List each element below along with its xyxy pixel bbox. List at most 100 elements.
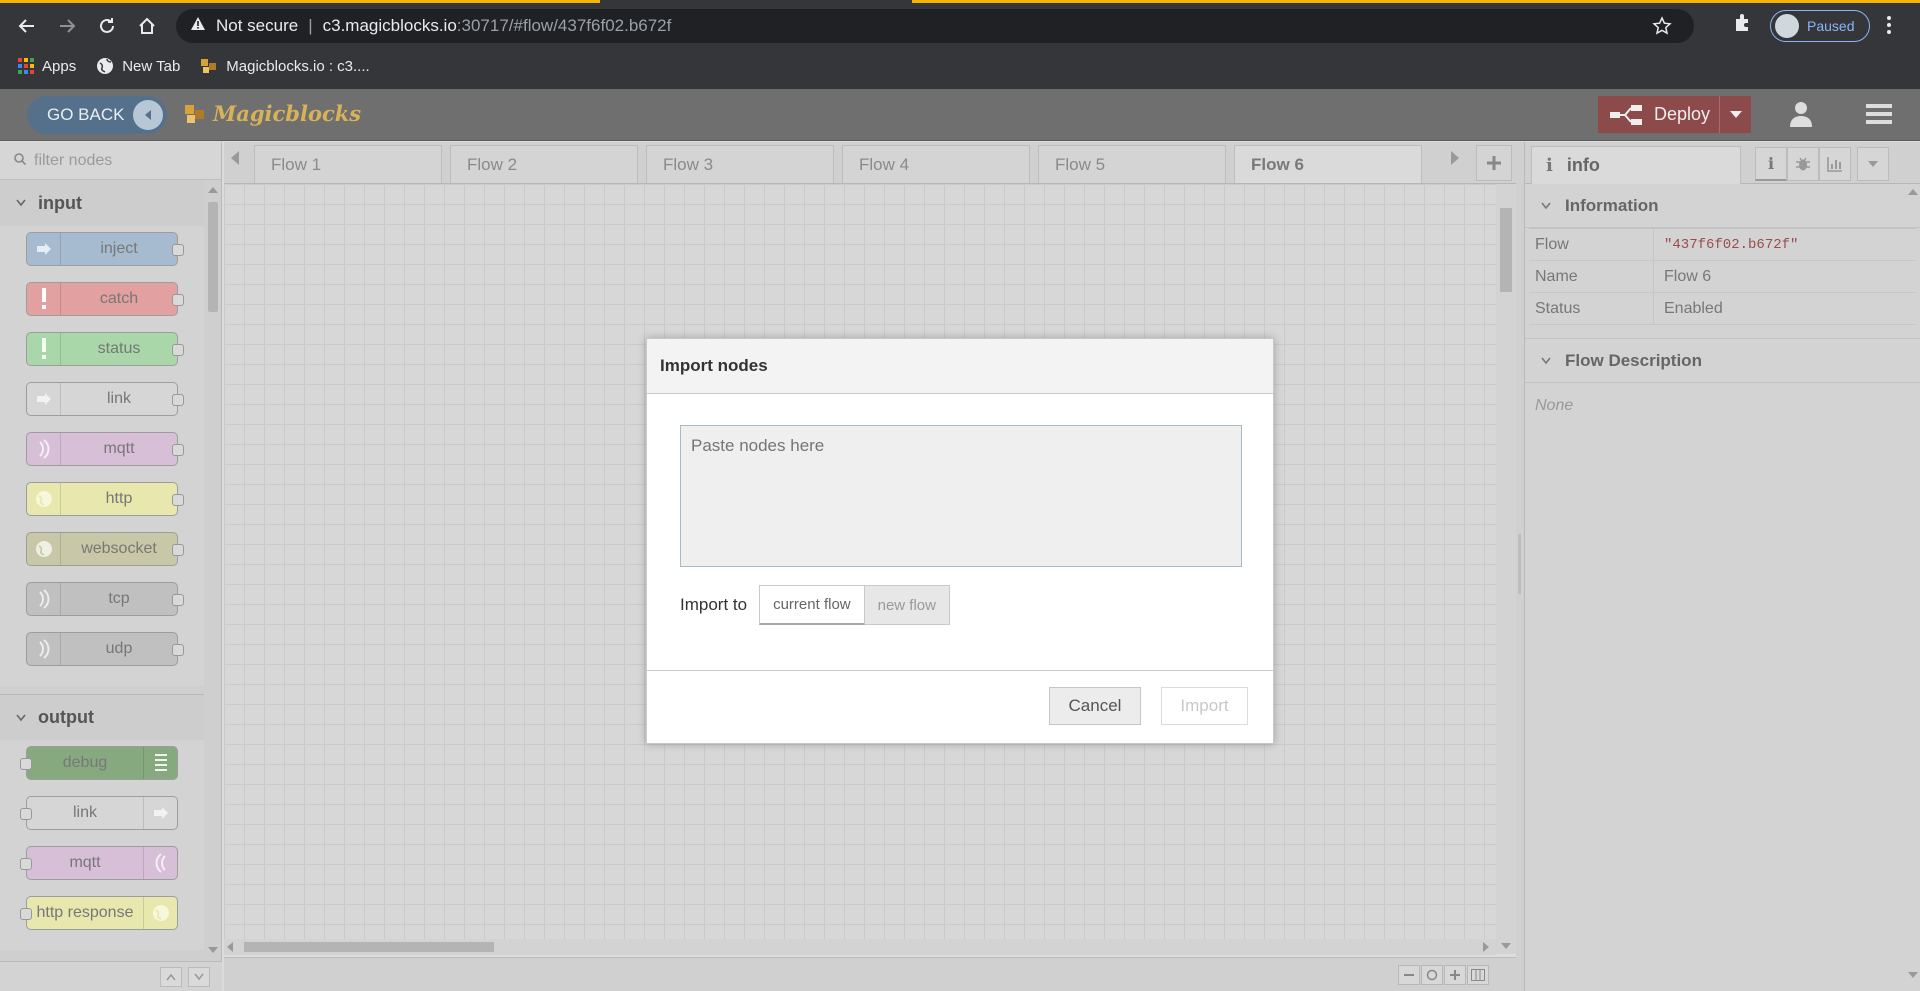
palette-node-tcp-in[interactable]: tcp xyxy=(26,582,184,616)
palette-scrollbar[interactable] xyxy=(206,184,220,954)
home-icon[interactable] xyxy=(133,12,161,40)
current-flow-option[interactable]: current flow xyxy=(759,585,865,625)
back-icon[interactable] xyxy=(13,12,41,40)
scrollbar-thumb[interactable] xyxy=(208,202,218,312)
tab-scroll-right-icon[interactable] xyxy=(1450,150,1460,171)
input-port[interactable] xyxy=(20,858,32,870)
reload-icon[interactable] xyxy=(93,12,121,40)
tab-flow-5[interactable]: Flow 5 xyxy=(1038,145,1226,183)
node-label: mqtt xyxy=(103,440,135,457)
input-port[interactable] xyxy=(20,808,32,820)
output-nodes: debug link mqtt http response xyxy=(0,740,204,950)
forward-icon[interactable] xyxy=(53,12,81,40)
apps-grid-icon xyxy=(18,58,34,74)
deploy-button[interactable]: Deploy xyxy=(1598,96,1751,133)
category-output[interactable]: output xyxy=(0,694,204,740)
scroll-right-icon[interactable] xyxy=(1482,942,1490,952)
go-back-button[interactable]: GO BACK xyxy=(27,96,167,134)
palette-node-debug[interactable]: debug xyxy=(20,746,178,780)
zoom-out-icon[interactable] xyxy=(1398,965,1420,985)
sidebar-debug-button[interactable] xyxy=(1787,147,1819,181)
input-port[interactable] xyxy=(20,758,32,770)
sidebar-more-button[interactable] xyxy=(1857,147,1889,181)
profile-button[interactable]: Paused xyxy=(1770,10,1870,42)
palette-node-catch[interactable]: catch xyxy=(26,282,184,316)
palette-node-websocket-in[interactable]: websocket xyxy=(26,532,184,566)
category-input[interactable]: input xyxy=(0,180,204,226)
scroll-up-icon[interactable] xyxy=(1908,188,1918,196)
bookmark-new-tab[interactable]: New Tab xyxy=(96,57,180,75)
zoom-in-icon[interactable] xyxy=(1444,965,1466,985)
input-port[interactable] xyxy=(20,908,32,920)
palette-node-inject[interactable]: inject xyxy=(26,232,184,266)
output-port[interactable] xyxy=(172,594,184,606)
palette-node-link-in[interactable]: link xyxy=(26,382,184,416)
property-value: Enabled xyxy=(1653,293,1916,324)
flow-description-section-header[interactable]: Flow Description xyxy=(1525,339,1920,383)
scroll-left-icon[interactable] xyxy=(226,942,234,952)
scroll-down-icon[interactable] xyxy=(208,946,218,954)
node-label: tcp xyxy=(108,590,130,607)
bookmark-magicblocks[interactable]: Magicblocks.io : c3.... xyxy=(200,57,370,75)
scrollbar-thumb[interactable] xyxy=(244,942,494,952)
scroll-down-icon[interactable] xyxy=(1501,942,1511,950)
scrollbar-thumb[interactable] xyxy=(1500,208,1512,292)
security-label[interactable]: Not secure xyxy=(216,16,298,36)
go-back-label: GO BACK xyxy=(47,105,125,124)
output-port[interactable] xyxy=(172,444,184,456)
zoom-reset-icon[interactable] xyxy=(1421,965,1443,985)
output-port[interactable] xyxy=(172,344,184,356)
tab-flow-4[interactable]: Flow 4 xyxy=(842,145,1030,183)
import-button[interactable]: Import xyxy=(1161,687,1248,725)
collapse-all-icon[interactable] xyxy=(160,967,182,987)
property-row: Flow "437f6f02.b672f" xyxy=(1529,229,1916,261)
output-port[interactable] xyxy=(172,544,184,556)
logo-blocks-icon xyxy=(185,104,204,123)
hamburger-menu-icon[interactable] xyxy=(1866,103,1892,130)
tab-flow-6[interactable]: Flow 6 xyxy=(1234,145,1422,183)
output-port[interactable] xyxy=(172,644,184,656)
palette-node-mqtt-out[interactable]: mqtt xyxy=(20,846,178,880)
palette-node-status[interactable]: status xyxy=(26,332,184,366)
tab-flow-1[interactable]: Flow 1 xyxy=(254,145,442,183)
canvas-vertical-scrollbar[interactable] xyxy=(1496,184,1516,954)
cancel-button[interactable]: Cancel xyxy=(1049,687,1141,725)
add-flow-button[interactable] xyxy=(1476,145,1512,181)
navigator-map-icon[interactable] xyxy=(1467,965,1489,985)
new-flow-option[interactable]: new flow xyxy=(864,585,950,625)
palette-node-udp-in[interactable]: udp xyxy=(26,632,184,666)
sidebar-resize-handle[interactable] xyxy=(1516,142,1524,991)
user-icon[interactable] xyxy=(1790,101,1812,132)
extensions-puzzle-icon[interactable] xyxy=(1732,12,1754,39)
scroll-up-icon[interactable] xyxy=(208,186,218,194)
address-bar[interactable]: Not secure | c3.magicblocks.io :30717/#f… xyxy=(176,9,1694,43)
output-port[interactable] xyxy=(172,494,184,506)
scroll-down-icon[interactable] xyxy=(1908,971,1918,979)
paste-nodes-textarea[interactable] xyxy=(680,425,1242,567)
sidebar-dashboard-button[interactable] xyxy=(1819,147,1851,181)
import-nodes-dialog: Import nodes Import to current flow new … xyxy=(646,338,1274,744)
tab-scroll-left-icon[interactable] xyxy=(230,150,240,171)
canvas-horizontal-scrollbar[interactable] xyxy=(224,939,1496,955)
expand-all-icon[interactable] xyxy=(188,967,210,987)
sidebar-info-button[interactable]: i xyxy=(1755,147,1787,181)
palette-node-http-response[interactable]: http response xyxy=(20,896,178,930)
palette-list: input inject catch status link mqtt http… xyxy=(0,180,204,962)
browser-menu-icon[interactable] xyxy=(1886,14,1892,41)
palette-node-link-out[interactable]: link xyxy=(20,796,178,830)
bookmark-star-icon[interactable] xyxy=(1652,16,1672,41)
palette-node-http-in[interactable]: http xyxy=(26,482,184,516)
information-section-header[interactable]: Information xyxy=(1525,184,1920,228)
deploy-dropdown-icon[interactable] xyxy=(1719,96,1751,133)
bookmark-apps[interactable]: Apps xyxy=(18,58,76,75)
tab-flow-2[interactable]: Flow 2 xyxy=(450,145,638,183)
output-port[interactable] xyxy=(172,394,184,406)
output-port[interactable] xyxy=(172,244,184,256)
tab-flow-3[interactable]: Flow 3 xyxy=(646,145,834,183)
output-port[interactable] xyxy=(172,294,184,306)
palette-filter[interactable]: filter nodes xyxy=(0,142,221,180)
link-arrow-icon xyxy=(27,383,61,415)
sidebar-tab-info[interactable]: i info xyxy=(1531,146,1741,184)
avatar xyxy=(1775,14,1799,38)
palette-node-mqtt-in[interactable]: mqtt xyxy=(26,432,184,466)
